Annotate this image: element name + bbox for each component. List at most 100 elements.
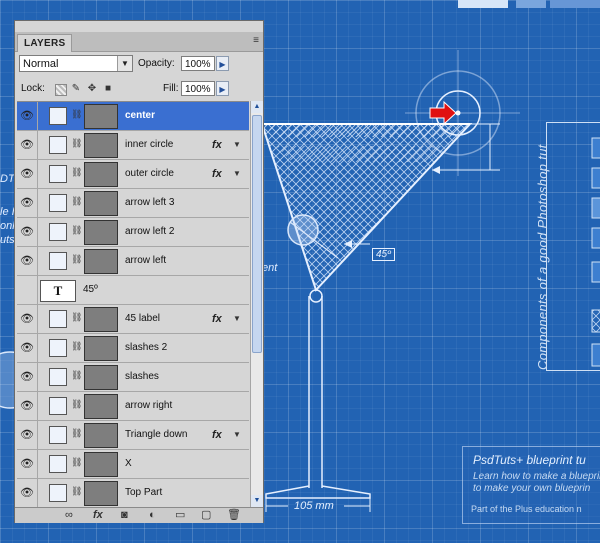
layer-name[interactable]: arrow left 3 — [125, 189, 174, 217]
layer-name[interactable]: slashes 2 — [125, 334, 167, 362]
red-arrow-icon — [429, 100, 457, 126]
lock-position-icon[interactable]: ✥ — [87, 84, 97, 94]
scroll-thumb[interactable] — [252, 115, 262, 353]
rim-slashes — [264, 124, 468, 137]
chevron-down-icon[interactable]: ▼ — [233, 160, 241, 188]
layer-name[interactable]: 45 label — [125, 305, 160, 333]
info-title: PsdTuts+ blueprint tu — [473, 453, 586, 467]
link-icon[interactable]: ⛓ — [71, 254, 82, 265]
lock-pixels-icon[interactable]: ✎ — [71, 84, 81, 94]
layer-name[interactable]: center — [125, 102, 155, 130]
left-fragment: uts — [0, 234, 15, 246]
chevron-down-icon[interactable]: ▼ — [233, 305, 241, 333]
link-icon[interactable]: ⛓ — [71, 312, 82, 323]
link-icon[interactable]: ⛓ — [71, 225, 82, 236]
layer-name[interactable]: 45º — [83, 276, 98, 304]
link-layers-icon[interactable]: ∞ — [65, 509, 73, 522]
layer-thumbnail — [84, 394, 118, 419]
link-icon[interactable]: ⛓ — [71, 457, 82, 468]
layer-row[interactable]: 👁 ⛓ slashes 2 — [17, 334, 249, 363]
eye-icon[interactable]: 👁 — [17, 131, 38, 159]
blend-mode-select[interactable]: Normal ▼ — [19, 55, 133, 72]
layer-row[interactable]: T 45º — [17, 276, 249, 305]
eye-icon[interactable]: 👁 — [17, 189, 38, 217]
layer-name[interactable]: X — [125, 450, 132, 478]
text-layer-icon: T — [40, 280, 76, 302]
panel-menu-icon[interactable]: ≡ — [253, 35, 259, 46]
layer-name[interactable]: arrow right — [125, 392, 172, 420]
dimension-angle-label: 45º — [372, 248, 395, 261]
layer-row[interactable]: 👁 ⛓ Triangle down fx ▼ — [17, 421, 249, 450]
link-icon[interactable]: ⛓ — [71, 109, 82, 120]
vector-mask-thumb — [49, 455, 67, 473]
eye-icon[interactable]: 👁 — [17, 247, 38, 275]
eye-icon[interactable]: 👁 — [17, 363, 38, 391]
chevron-down-icon[interactable]: ▼ — [233, 131, 241, 159]
layer-name[interactable]: outer circle — [125, 160, 174, 188]
trash-icon[interactable]: 🗑 — [227, 509, 241, 522]
layer-name[interactable]: Triangle down — [125, 421, 187, 449]
olive — [287, 214, 319, 246]
layer-name[interactable]: Top Part — [125, 479, 162, 507]
layer-name[interactable]: arrow left — [125, 247, 166, 275]
layer-row[interactable]: 👁 ⛓ arrow left 2 — [17, 218, 249, 247]
scroll-down-icon[interactable]: ▼ — [251, 495, 263, 507]
link-icon[interactable]: ⛓ — [71, 341, 82, 352]
fill-field[interactable]: 100% — [181, 81, 215, 96]
lock-transparent-icon[interactable] — [55, 84, 67, 96]
eye-icon[interactable]: 👁 — [17, 160, 38, 188]
link-icon[interactable]: ⛓ — [71, 399, 82, 410]
adjustment-layer-icon[interactable]: ◐ — [149, 509, 156, 522]
layer-row[interactable]: 👁 ⛓ arrow right — [17, 392, 249, 421]
eye-icon[interactable]: 👁 — [17, 392, 38, 420]
new-group-icon[interactable]: ▭ — [175, 509, 185, 522]
opacity-field[interactable]: 100% — [181, 56, 215, 71]
add-mask-icon[interactable]: ◙ — [121, 509, 128, 522]
chevron-down-icon[interactable]: ▼ — [233, 421, 241, 449]
eye-icon[interactable]: 👁 — [17, 102, 38, 130]
eye-icon[interactable]: 👁 — [17, 450, 38, 478]
eye-icon[interactable]: 👁 — [17, 334, 38, 362]
layer-row[interactable]: 👁 ⛓ arrow left 3 — [17, 189, 249, 218]
link-icon[interactable]: ⛓ — [71, 370, 82, 381]
opacity-slider-button[interactable]: ▶ — [216, 56, 229, 71]
layer-row[interactable]: 👁 ⛓ X — [17, 450, 249, 479]
layers-scrollbar[interactable]: ▲ ▼ — [250, 101, 263, 507]
layer-row[interactable]: 👁 ⛓ arrow left — [17, 247, 249, 276]
layer-name[interactable]: arrow left 2 — [125, 218, 174, 246]
fx-icon[interactable]: fx — [212, 305, 222, 333]
fill-slider-button[interactable]: ▶ — [216, 81, 229, 96]
eye-icon[interactable]: 👁 — [17, 305, 38, 333]
lock-all-icon[interactable]: ■ — [103, 84, 113, 94]
layer-row[interactable]: 👁 ⛓ inner circle fx ▼ — [17, 131, 249, 160]
layer-thumbnail — [84, 336, 118, 361]
eye-icon[interactable]: 👁 — [17, 421, 38, 449]
vector-mask-thumb — [49, 310, 67, 328]
layer-name[interactable]: slashes — [125, 363, 159, 391]
side-label: Components of a good Photoshop tut — [535, 144, 550, 370]
opacity-label: Opacity: — [138, 58, 175, 69]
tab-layers[interactable]: LAYERS — [17, 34, 73, 52]
eye-icon[interactable] — [17, 276, 38, 304]
add-style-icon[interactable]: fx — [93, 509, 103, 522]
layer-row[interactable]: 👁 ⛓ Top Part — [17, 479, 249, 508]
layer-row[interactable]: 👁 ⛓ slashes — [17, 363, 249, 392]
layer-row[interactable]: 👁 ⛓ 45 label fx ▼ — [17, 305, 249, 334]
layer-name[interactable]: inner circle — [125, 131, 173, 159]
new-layer-icon[interactable]: ▢ — [201, 509, 211, 522]
fx-icon[interactable]: fx — [212, 160, 222, 188]
link-icon[interactable]: ⛓ — [71, 428, 82, 439]
link-icon[interactable]: ⛓ — [71, 167, 82, 178]
layer-row[interactable]: 👁 ⛓ outer circle fx ▼ — [17, 160, 249, 189]
link-icon[interactable]: ⛓ — [71, 138, 82, 149]
eye-icon[interactable]: 👁 — [17, 479, 38, 507]
layer-row[interactable]: 👁 ⛓ center — [17, 102, 249, 131]
stem-joint — [309, 289, 323, 303]
link-icon[interactable]: ⛓ — [71, 196, 82, 207]
info-footer: Part of the Plus education n — [471, 504, 582, 514]
fx-icon[interactable]: fx — [212, 421, 222, 449]
fx-icon[interactable]: fx — [212, 131, 222, 159]
scroll-up-icon[interactable]: ▲ — [251, 101, 263, 113]
link-icon[interactable]: ⛓ — [71, 486, 82, 497]
eye-icon[interactable]: 👁 — [17, 218, 38, 246]
